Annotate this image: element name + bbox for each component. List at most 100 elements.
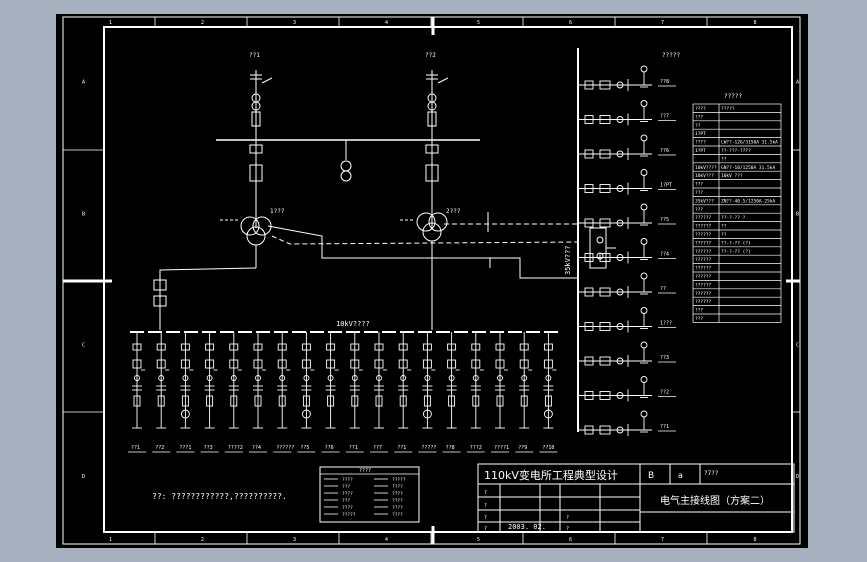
feeder-10kv-label: ??3 bbox=[204, 445, 213, 451]
equipment-table-cell: ?? bbox=[721, 232, 727, 238]
equipment-table-cell: ??-???-???? bbox=[721, 148, 751, 154]
title-row-mark: ? bbox=[566, 515, 569, 521]
edge-letter-right: B bbox=[796, 212, 799, 218]
edge-number-bottom: 7 bbox=[661, 537, 664, 543]
feeder-35kv-label: 1?PT bbox=[660, 183, 672, 189]
title-code: B bbox=[648, 471, 654, 481]
equipment-table-cell: ?????? bbox=[695, 240, 712, 246]
edge-number-top: 2 bbox=[201, 20, 204, 26]
equipment-table-cell: 35kV??? bbox=[695, 198, 714, 204]
right-top-label: ????? bbox=[662, 52, 680, 59]
legend-item-label: ??? bbox=[342, 484, 350, 490]
equipment-table-cell: ???? bbox=[695, 140, 706, 146]
equipment-table-cell: 1?PT bbox=[695, 131, 706, 137]
legend-item-label: ??? bbox=[342, 498, 350, 504]
equipment-table-cell: ?????? bbox=[695, 249, 712, 255]
feeder-10kv-label: ??6 bbox=[325, 445, 334, 451]
edge-number-bottom: 6 bbox=[569, 537, 572, 543]
feeder-10kv-label: ?????? bbox=[276, 445, 294, 451]
edge-letter-right: A bbox=[796, 80, 799, 86]
equipment-table-cell: ?? bbox=[695, 123, 701, 129]
feeder-35kv-label: ??8 bbox=[660, 79, 669, 85]
feeder-35kv-label: ??1 bbox=[660, 424, 669, 430]
equipment-table-cell: ????? bbox=[721, 106, 735, 112]
title-small-code: ?7?? bbox=[704, 470, 719, 477]
equipment-table-cell: ??? bbox=[695, 182, 703, 188]
feeder-35kv-label: ?? bbox=[660, 286, 666, 292]
legend-item-label: ???? bbox=[392, 512, 403, 518]
feeder-10kv-label: ??5 bbox=[300, 445, 309, 451]
feeder-35kv-label: ??4 bbox=[660, 252, 669, 258]
equipment-table-cell: 1?PT bbox=[695, 148, 706, 154]
edge-number-bottom: 8 bbox=[754, 537, 757, 543]
legend-title: ???? bbox=[359, 468, 371, 474]
title-row-mark: ? bbox=[484, 515, 487, 521]
equipment-table-cell: ZN??-40.5/1250A-25kA bbox=[721, 198, 775, 204]
feeder-10kv-label: ???1 bbox=[179, 445, 191, 451]
equipment-table-cell: 10kV??? bbox=[695, 173, 714, 179]
feeder-10kv-label: ??10 bbox=[542, 445, 554, 451]
equipment-table-cell: 10kV ??? bbox=[721, 173, 743, 179]
title-main: 110kV变电所工程典型设计 bbox=[484, 468, 618, 482]
transformer-1-label: 1??? bbox=[270, 208, 285, 215]
bus-10kv-label: 10kV???? bbox=[336, 320, 370, 328]
legend-item-label: ????? bbox=[342, 512, 356, 518]
edge-letter-left: C bbox=[82, 343, 85, 349]
legend-item-label: ???? bbox=[342, 505, 353, 511]
edge-letter-right: D bbox=[796, 474, 799, 480]
legend-item-label: ???? bbox=[392, 491, 403, 497]
feeder-10kv-label: ??1 bbox=[131, 445, 140, 451]
feeder-35kv-label: ??3 bbox=[660, 355, 669, 361]
legend-item-label: ???? bbox=[392, 505, 403, 511]
equipment-table-cell: ?????? bbox=[695, 257, 712, 263]
legend-item-label: ???? bbox=[342, 491, 353, 497]
edge-number-top: 4 bbox=[385, 20, 388, 26]
equipment-table-cell: ?????? bbox=[695, 215, 712, 221]
edge-number-top: 1 bbox=[109, 20, 112, 26]
equipment-table-cell: 10kV???? bbox=[695, 165, 717, 171]
feeder-10kv-label: ???2 bbox=[470, 445, 482, 451]
feeder-10kv-label: ????1 bbox=[494, 445, 509, 451]
feeder-10kv-label: ????? bbox=[421, 445, 436, 451]
cad-drawing-canvas: 1 1 2 2 3 3 4 4 5 5 6 6 7 7 8 8 A A B B C C D D 1??? 2??? ??1 bbox=[56, 14, 808, 548]
edge-letter-left: A bbox=[82, 80, 85, 86]
feeder-10kv-label: ??8 bbox=[446, 445, 455, 451]
drawing-note: ??: ????????????,??????????. bbox=[152, 492, 287, 501]
feeder-10kv-label: ??1 bbox=[349, 445, 358, 451]
edge-number-bottom: 3 bbox=[293, 537, 296, 543]
feeder-35kv-label: ??5 bbox=[660, 217, 669, 223]
equipment-table-cell: ?????? bbox=[695, 224, 712, 230]
feeder-10kv-label: ??9 bbox=[518, 445, 527, 451]
equipment-table-cell: ??-?-?? ? bbox=[721, 215, 746, 221]
equipment-table-cell: ?????? bbox=[695, 291, 712, 297]
feeder-35kv-label: ??2 bbox=[660, 390, 669, 396]
equipment-table-cell: ??? bbox=[695, 316, 703, 322]
equipment-table-cell: ?????? bbox=[695, 232, 712, 238]
feeder-35kv-label: ??7 bbox=[660, 114, 669, 120]
equipment-table-cell: LW??-126/3150A 31.5kA bbox=[721, 140, 778, 146]
edge-number-bottom: 2 bbox=[201, 537, 204, 543]
edge-number-top: 5 bbox=[477, 20, 480, 26]
equipment-table-title: ????? bbox=[724, 93, 742, 100]
edge-number-bottom: 1 bbox=[109, 537, 112, 543]
equipment-table-cell: ???? bbox=[695, 106, 706, 112]
legend-item-label: ????? bbox=[392, 477, 406, 483]
edge-letter-left: B bbox=[82, 212, 85, 218]
edge-number-top: 3 bbox=[293, 20, 296, 26]
feeder-10kv-label: ??7 bbox=[373, 445, 382, 451]
equipment-table-cell: GN??-10/1250A 31.5kA bbox=[721, 165, 775, 171]
equipment-table-cell: ??-?-?? (?) bbox=[721, 249, 751, 255]
title-row-mark: ? bbox=[484, 490, 487, 496]
equipment-table-cell: ?? bbox=[721, 224, 727, 230]
edge-letter-right: C bbox=[796, 343, 799, 349]
title-small-a: a bbox=[678, 471, 683, 480]
legend-item-label: ???? bbox=[392, 498, 403, 504]
transformer-2-label: 2??? bbox=[446, 208, 461, 215]
equipment-table-cell: ?????? bbox=[695, 299, 712, 305]
incoming-1-label: ??1 bbox=[249, 52, 260, 59]
edge-number-top: 6 bbox=[569, 20, 572, 26]
title-row-mark: ? bbox=[484, 526, 487, 532]
edge-letter-left: D bbox=[82, 474, 85, 480]
legend-item-label: ???? bbox=[392, 484, 403, 490]
equipment-table-cell: ?????? bbox=[695, 266, 712, 272]
